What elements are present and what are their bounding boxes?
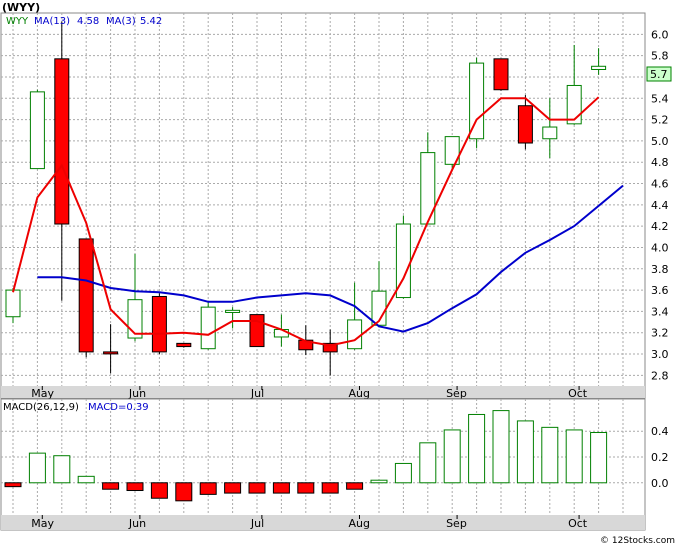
price-ytick-1: 3.0 xyxy=(651,348,669,361)
price-ytick-0: 2.8 xyxy=(651,369,669,382)
price-ytick-15: 5.8 xyxy=(651,50,669,63)
macd-bar-18 xyxy=(443,429,461,484)
price-xlabel-4: Sep xyxy=(446,387,467,400)
macd-bar-10 xyxy=(248,482,266,494)
price-ytick-13: 5.4 xyxy=(651,92,669,105)
macd-ytick-0: 0.0 xyxy=(651,477,669,490)
candle-body-4 xyxy=(103,351,119,355)
macd-bar-14 xyxy=(346,482,364,490)
price-xlabel-3: Aug xyxy=(348,387,369,400)
macd-bar-13 xyxy=(321,482,339,494)
legend-symbol: WYY xyxy=(6,16,29,27)
price-ytick-6: 4.0 xyxy=(651,241,669,254)
watermark: © 12Stocks.com xyxy=(600,536,675,546)
macd-bar-11 xyxy=(272,482,290,494)
candle-body-9 xyxy=(225,309,241,313)
macd-bar-19 xyxy=(468,413,486,484)
macd-xaxis-band xyxy=(1,515,645,530)
macd-bar-24 xyxy=(590,432,608,484)
legend-ma3-label: MA(3) xyxy=(106,16,136,27)
macd-xlabel-2: Jul xyxy=(250,517,264,530)
price-ytick-4: 3.6 xyxy=(651,284,669,297)
candle-body-3 xyxy=(78,238,94,353)
macd-ytick-1: 0.2 xyxy=(651,451,669,464)
chart-title: (WYY) xyxy=(2,1,40,14)
candle-body-5 xyxy=(127,299,143,339)
macd-bar-8 xyxy=(199,482,217,495)
macd-bar-7 xyxy=(175,482,193,502)
candle-body-7 xyxy=(176,342,192,348)
candle-body-8 xyxy=(200,306,216,350)
price-ytick-8: 4.4 xyxy=(651,199,669,212)
macd-legend-label: MACD(26,12,9) xyxy=(3,402,79,413)
candle-body-21 xyxy=(517,105,533,144)
price-ytick-10: 4.8 xyxy=(651,156,669,169)
macd-bar-5 xyxy=(126,482,144,492)
macd-bar-22 xyxy=(541,426,559,484)
price-panel: May Jun Jul Aug Sep Oct 2.8 3.0 3.2 3.4 3.6 3.8 4.0… xyxy=(0,12,672,400)
macd-bar-3 xyxy=(77,475,95,484)
macd-bar-15 xyxy=(370,479,388,484)
macd-xlabel-5: Oct xyxy=(568,517,588,530)
macd-xlabel-4: Sep xyxy=(446,517,467,530)
candle-body-20 xyxy=(493,58,509,91)
price-ytick-7: 4.2 xyxy=(651,220,669,233)
candle-body-23 xyxy=(566,84,582,125)
legend-ma3-value: 5.42 xyxy=(140,16,162,27)
price-ytick-5: 3.8 xyxy=(651,263,669,276)
candle-body-2 xyxy=(54,58,70,225)
candle-body-22 xyxy=(542,126,558,140)
macd-bar-2 xyxy=(53,455,71,484)
price-ytick-11: 5.0 xyxy=(651,135,669,148)
price-xlabel-1: Jun xyxy=(128,387,146,400)
candle-body-10 xyxy=(249,314,265,348)
macd-bar-0 xyxy=(4,482,22,488)
macd-bar-6 xyxy=(150,482,168,499)
macd-bar-17 xyxy=(419,442,437,484)
price-ytick-12: 5.2 xyxy=(651,114,669,127)
macd-bar-21 xyxy=(516,420,534,484)
macd-legend-value: MACD=0.39 xyxy=(88,402,149,413)
macd-legend: MACD(26,12,9) MACD=0.39 xyxy=(3,402,149,413)
candle-body-11 xyxy=(273,329,289,338)
last-price-value: 5.7 xyxy=(650,68,668,81)
stock-chart: May Jun Jul Aug Sep Oct 2.8 3.0 3.2 3.4 3.6 3.8 4.0… xyxy=(0,1,675,546)
macd-bar-23 xyxy=(565,429,583,484)
macd-ytick-2: 0.4 xyxy=(651,425,669,438)
legend-ma13-value: 4.58 xyxy=(77,16,99,27)
macd-bar-4 xyxy=(102,482,120,490)
price-xlabel-2: Jul xyxy=(250,387,264,400)
candle-body-1 xyxy=(29,91,45,170)
macd-bar-16 xyxy=(394,462,412,484)
macd-panel: May Jun Jul Aug Sep Oct 0.0 0.2 0.4 MACD(26,12,… xyxy=(0,398,669,531)
candle-body-14 xyxy=(347,319,363,350)
last-price-badge: 5.7 xyxy=(646,66,672,82)
candle-body-0 xyxy=(5,289,21,318)
candle-body-6 xyxy=(151,295,167,353)
price-xaxis-band xyxy=(1,386,645,398)
price-xlabel-0: May xyxy=(31,387,54,400)
macd-xlabel-0: May xyxy=(31,517,54,530)
macd-bar-12 xyxy=(297,482,315,494)
macd-bar-20 xyxy=(492,410,510,484)
macd-xlabel-1: Jun xyxy=(128,517,146,530)
price-ytick-2: 3.2 xyxy=(651,327,669,340)
macd-bar-9 xyxy=(224,482,242,494)
macd-y-tick-labels: 0.0 0.2 0.4 xyxy=(651,425,669,490)
price-ytick-3: 3.4 xyxy=(651,305,669,318)
price-ytick-9: 4.6 xyxy=(651,178,669,191)
macd-xlabel-3: Aug xyxy=(348,517,369,530)
candle-body-24 xyxy=(591,65,607,70)
macd-bar-1 xyxy=(28,452,46,484)
price-plot-area xyxy=(0,12,646,399)
price-xlabel-5: Oct xyxy=(568,387,588,400)
legend-ma13-label: MA(13) xyxy=(34,16,70,27)
price-ytick-16: 6.0 xyxy=(651,28,669,41)
